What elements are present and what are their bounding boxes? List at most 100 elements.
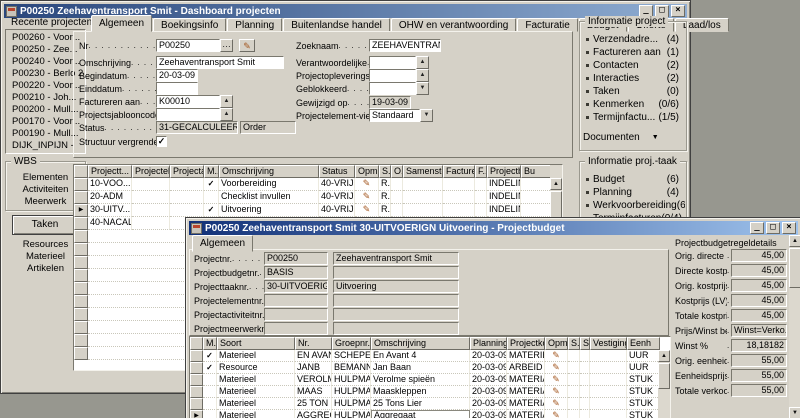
cell-vestiging[interactable]: [590, 410, 627, 418]
row-selector[interactable]: [74, 308, 88, 321]
cell-s[interactable]: R...: [379, 178, 391, 191]
panel-vertical-scrollbar[interactable]: ▲ ▼: [789, 235, 800, 418]
cell-projecttaak[interactable]: 40-NACALC: [88, 217, 132, 230]
cell-s2[interactable]: [580, 374, 590, 386]
check-icon[interactable]: ✓: [204, 178, 219, 191]
row-selector[interactable]: [190, 350, 203, 362]
cell-projectkosten[interactable]: MATERIAAL: [507, 410, 545, 418]
column-header[interactable]: Vestiging: [590, 337, 627, 350]
row-selector[interactable]: [190, 386, 203, 398]
cell-nr[interactable]: EN AVAN...: [295, 350, 332, 362]
cell-projectkosten[interactable]: MATERIEEL: [507, 350, 545, 362]
nr-input[interactable]: P00250: [156, 39, 220, 52]
column-header[interactable]: Eenh: [627, 337, 660, 350]
tab-algemeen[interactable]: Algemeen: [192, 235, 253, 252]
cell-groepnr[interactable]: HULPMA...: [332, 386, 371, 398]
maximize-button[interactable]: □: [766, 222, 780, 234]
row-selector[interactable]: [190, 374, 203, 386]
cell-omschrijving[interactable]: Jan Baan: [371, 362, 470, 374]
lookup-up-icon[interactable]: ▲: [220, 95, 233, 108]
column-header[interactable]: Groepnr.: [332, 337, 371, 350]
cell-samenstelling[interactable]: [403, 204, 443, 217]
info-task-item[interactable]: Budget(6): [581, 173, 685, 186]
cell-groepnr[interactable]: HULPMA...: [332, 410, 371, 418]
cell-projectactiviteit[interactable]: [170, 178, 204, 191]
cell-s1[interactable]: [568, 350, 580, 362]
tab[interactable]: Facturatie: [517, 18, 577, 32]
column-header[interactable]: Projectt...: [88, 165, 132, 178]
info-task-item[interactable]: Werkvoorbereiding(6): [581, 199, 685, 212]
pencil-icon[interactable]: ✎: [545, 362, 568, 374]
cell-vestiging[interactable]: [590, 398, 627, 410]
tab[interactable]: Buitenlandse handel: [283, 18, 390, 32]
row-selector[interactable]: [74, 191, 88, 204]
cell-eenheid[interactable]: UUR: [627, 350, 660, 362]
cell-eenheid[interactable]: STUK: [627, 374, 660, 386]
cell-samenstelling[interactable]: [403, 191, 443, 204]
cell-projectelement[interactable]: [132, 204, 170, 217]
column-header[interactable]: S..: [580, 337, 590, 350]
close-button[interactable]: ×: [782, 222, 796, 234]
geblokkeerd-select[interactable]: [369, 82, 416, 95]
cell-projectkosten[interactable]: MATERIAAL: [507, 398, 545, 410]
check-icon[interactable]: [203, 410, 217, 418]
scrollbar-thumb[interactable]: [658, 363, 670, 389]
cell-status[interactable]: 40-VRIJG...: [319, 178, 355, 191]
row-selector[interactable]: [74, 269, 88, 282]
row-selector[interactable]: [74, 347, 88, 360]
cell-omschrijving[interactable]: Checklist invullen: [219, 191, 319, 204]
chevron-down-icon[interactable]: ▼: [420, 109, 433, 122]
check-icon[interactable]: [203, 386, 217, 398]
browse-button[interactable]: …: [220, 39, 233, 52]
scroll-left-icon[interactable]: ◀: [74, 370, 86, 371]
projectopleveringsnrs-input[interactable]: [369, 69, 416, 82]
check-icon[interactable]: ✓: [203, 350, 217, 362]
row-selector[interactable]: [74, 321, 88, 334]
row-selector[interactable]: ▶: [74, 204, 88, 217]
tab[interactable]: Planning: [227, 18, 282, 32]
cell-soort[interactable]: Materieel: [217, 410, 295, 418]
cell-planning[interactable]: 20-03-09: [470, 374, 507, 386]
pencil-icon[interactable]: ✎: [545, 410, 568, 418]
tab[interactable]: Algemeen: [91, 15, 152, 32]
structuur-vergrendeld-checkbox[interactable]: ✓: [156, 136, 167, 147]
cell-projecttaak[interactable]: 10-VOO...: [88, 178, 132, 191]
cell-groepnr[interactable]: SCHEPEN: [332, 350, 371, 362]
check-icon[interactable]: ✓: [203, 362, 217, 374]
cell-groepnr[interactable]: HULPMA...: [332, 398, 371, 410]
check-icon[interactable]: ✓: [204, 204, 219, 217]
column-header[interactable]: S..: [568, 337, 580, 350]
info-project-item[interactable]: Factureren aan(1): [581, 46, 685, 59]
cell-projecttaak[interactable]: 30-UITV...: [88, 204, 132, 217]
cell-projectkosten[interactable]: MATERIAAL: [507, 374, 545, 386]
column-header[interactable]: Projectel...: [132, 165, 170, 178]
lookup-up-icon[interactable]: ▲: [220, 108, 233, 121]
cell-projectbudget[interactable]: INDELING: [487, 178, 521, 191]
cell-projectbudget[interactable]: INDELING: [487, 191, 521, 204]
cell-projecttaak[interactable]: 20-ADM: [88, 191, 132, 204]
cell-o[interactable]: [391, 178, 403, 191]
cell-f[interactable]: [475, 191, 487, 204]
cell-samenstelling[interactable]: [403, 178, 443, 191]
scroll-down-icon[interactable]: ▼: [789, 407, 800, 418]
cell-planning[interactable]: 20-03-09: [470, 398, 507, 410]
cell-s2[interactable]: [580, 386, 590, 398]
cell-soort[interactable]: Materieel: [217, 374, 295, 386]
zoeknaam-input[interactable]: ZEEHAVENTRANS...: [369, 39, 441, 52]
cell-omschrijving[interactable]: Uitvoering: [219, 204, 319, 217]
column-header[interactable]: Opm...: [355, 165, 379, 178]
cell-o[interactable]: [391, 191, 403, 204]
row-selector[interactable]: [190, 398, 203, 410]
pencil-icon[interactable]: ✎: [355, 178, 379, 191]
row-selector[interactable]: [74, 230, 88, 243]
column-header[interactable]: Opm...: [545, 337, 568, 350]
cell-eenheid[interactable]: STUK: [627, 410, 660, 418]
cell-omschrijving[interactable]: Maaskleppen: [371, 386, 470, 398]
cell-nr[interactable]: MAAS: [295, 386, 332, 398]
column-header[interactable]: Projectb...: [487, 165, 521, 178]
cell-facturering[interactable]: [443, 178, 475, 191]
cell-vestiging[interactable]: [590, 350, 627, 362]
cell-projectkosten[interactable]: ARBEID: [507, 362, 545, 374]
column-header[interactable]: Bu: [521, 165, 552, 178]
cell-omschrijving[interactable]: 25 Tons Lier: [371, 398, 470, 410]
